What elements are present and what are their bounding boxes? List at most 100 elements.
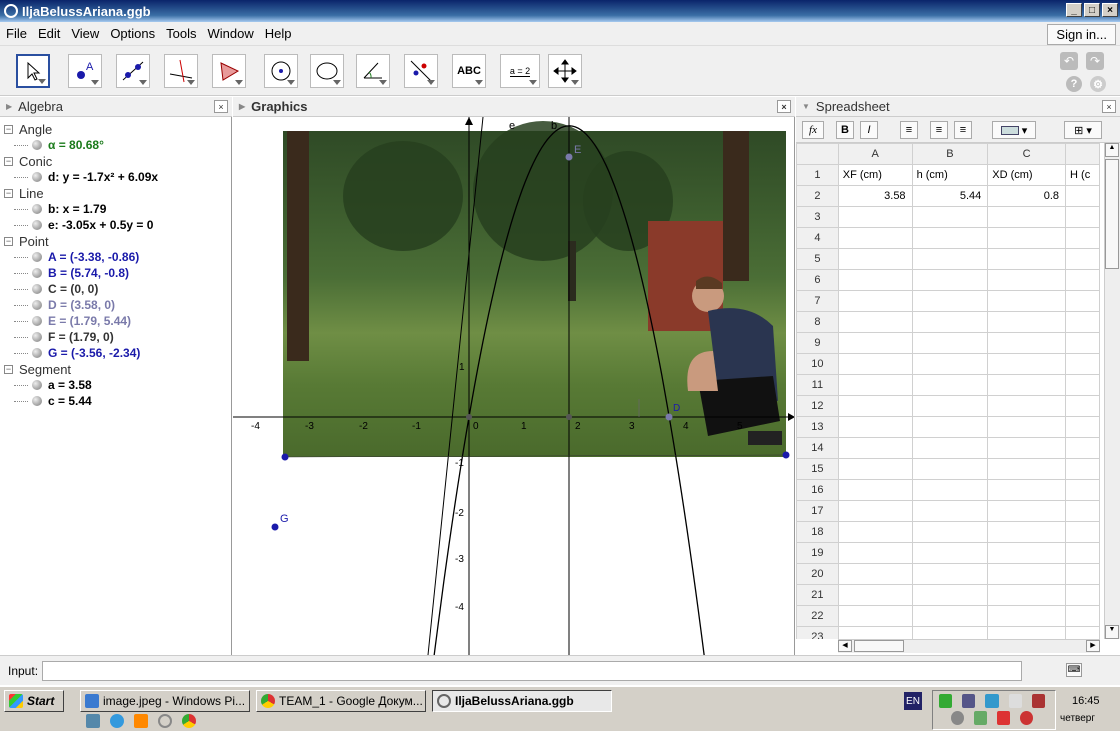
align-right-icon[interactable]: ≡ bbox=[954, 121, 972, 139]
spreadsheet-cell[interactable] bbox=[987, 542, 1067, 564]
visibility-toggle-icon[interactable] bbox=[32, 396, 42, 406]
visibility-toggle-icon[interactable] bbox=[32, 220, 42, 230]
conic-tool[interactable] bbox=[310, 54, 344, 88]
point-f[interactable] bbox=[566, 414, 572, 420]
row-header[interactable]: 23 bbox=[796, 626, 839, 639]
settings-gear-icon[interactable]: ⚙ bbox=[1090, 76, 1106, 92]
spreadsheet-cell[interactable] bbox=[1065, 458, 1100, 480]
algebra-item[interactable]: B = (5.74, -0.8) bbox=[0, 265, 231, 281]
spreadsheet-cell[interactable] bbox=[911, 500, 989, 522]
spreadsheet-cell[interactable] bbox=[837, 248, 913, 270]
shield-icon[interactable] bbox=[951, 711, 964, 725]
close-button[interactable]: × bbox=[1102, 3, 1118, 17]
align-center-icon[interactable]: ≡ bbox=[930, 121, 948, 139]
column-header[interactable] bbox=[1065, 143, 1100, 165]
row-header[interactable]: 21 bbox=[796, 584, 839, 606]
point-tool[interactable]: A bbox=[68, 54, 102, 88]
visibility-toggle-icon[interactable] bbox=[32, 332, 42, 342]
perpendicular-tool[interactable] bbox=[164, 54, 198, 88]
spreadsheet-cell[interactable] bbox=[987, 521, 1067, 543]
spreadsheet-cell[interactable] bbox=[1065, 395, 1100, 417]
geogebra-icon[interactable] bbox=[158, 714, 172, 728]
command-input[interactable] bbox=[42, 660, 1023, 681]
spreadsheet-cell[interactable] bbox=[1065, 311, 1100, 333]
spreadsheet-cell[interactable] bbox=[1065, 353, 1100, 375]
network-icon[interactable] bbox=[939, 694, 953, 708]
algebra-item[interactable]: A = (-3.38, -0.86) bbox=[0, 249, 231, 265]
keyboard-icon[interactable]: ⌨ bbox=[1066, 663, 1082, 677]
spreadsheet-cell[interactable] bbox=[1065, 437, 1100, 459]
undo-button[interactable]: ↶ bbox=[1060, 52, 1078, 70]
row-header[interactable]: 14 bbox=[796, 437, 839, 459]
antivirus-icon[interactable] bbox=[997, 711, 1010, 725]
column-header[interactable]: C bbox=[987, 143, 1067, 165]
spreadsheet-cell[interactable] bbox=[837, 227, 913, 249]
row-header[interactable]: 9 bbox=[796, 332, 839, 354]
point-d[interactable] bbox=[665, 413, 673, 421]
visibility-toggle-icon[interactable] bbox=[32, 140, 42, 150]
spreadsheet-cell[interactable] bbox=[911, 563, 989, 585]
sign-in-button[interactable]: Sign in... bbox=[1047, 24, 1116, 45]
scroll-up-icon[interactable]: ▲ bbox=[1105, 143, 1119, 157]
row-header[interactable]: 4 bbox=[796, 227, 839, 249]
graphics-view[interactable]: -4 -3 -2 -1 0 1 2 3 4 5 1 -1 -2 -3 -4 b … bbox=[233, 117, 795, 655]
spreadsheet-cell[interactable] bbox=[1065, 248, 1100, 270]
row-header[interactable]: 3 bbox=[796, 206, 839, 228]
spreadsheet-cell[interactable]: XD (cm) bbox=[987, 164, 1067, 186]
spreadsheet-cell[interactable] bbox=[837, 563, 913, 585]
scroll-left-icon[interactable]: ◀ bbox=[838, 640, 852, 652]
spreadsheet-cell[interactable] bbox=[987, 584, 1067, 606]
spreadsheet-cell[interactable]: 0.8 bbox=[987, 185, 1067, 207]
reflect-tool[interactable] bbox=[404, 54, 438, 88]
spreadsheet-cell[interactable] bbox=[911, 521, 989, 543]
spreadsheet-cell[interactable] bbox=[911, 227, 989, 249]
update-icon[interactable] bbox=[985, 694, 999, 708]
spreadsheet-cell[interactable] bbox=[987, 332, 1067, 354]
row-header[interactable]: 19 bbox=[796, 542, 839, 564]
spreadsheet-cell[interactable] bbox=[911, 332, 989, 354]
row-header[interactable]: 7 bbox=[796, 290, 839, 312]
collapse-icon[interactable]: − bbox=[4, 188, 13, 198]
visibility-toggle-icon[interactable] bbox=[32, 268, 42, 278]
desktop-icon[interactable] bbox=[86, 714, 100, 728]
taskbar-item-image-viewer[interactable]: image.jpeg - Windows Pi... bbox=[80, 690, 250, 712]
spreadsheet-cell[interactable]: h (cm) bbox=[911, 164, 989, 186]
row-header[interactable]: 5 bbox=[796, 248, 839, 270]
column-header[interactable]: A bbox=[837, 143, 913, 165]
spreadsheet-cell[interactable] bbox=[1065, 416, 1100, 438]
menu-window[interactable]: Window bbox=[207, 26, 253, 41]
collapse-icon[interactable]: − bbox=[4, 364, 13, 374]
language-indicator[interactable]: EN bbox=[904, 692, 922, 710]
spreadsheet-cell[interactable] bbox=[837, 437, 913, 459]
row-header[interactable]: 13 bbox=[796, 416, 839, 438]
row-header[interactable]: 6 bbox=[796, 269, 839, 291]
angle-tool[interactable] bbox=[356, 54, 390, 88]
chrome-icon[interactable] bbox=[182, 714, 196, 728]
text-tool[interactable]: ABC bbox=[452, 54, 486, 88]
spreadsheet-cell[interactable] bbox=[1065, 227, 1100, 249]
corner-cell[interactable] bbox=[796, 143, 839, 165]
algebra-item[interactable]: b: x = 1.79 bbox=[0, 201, 231, 217]
spreadsheet-cell[interactable] bbox=[837, 542, 913, 564]
close-algebra-button[interactable]: × bbox=[214, 100, 228, 113]
spreadsheet-cell[interactable] bbox=[837, 395, 913, 417]
spreadsheet-cell[interactable] bbox=[837, 626, 913, 639]
collapse-icon[interactable]: − bbox=[4, 236, 13, 246]
category-point[interactable]: − Point bbox=[0, 233, 231, 249]
bold-button[interactable]: B bbox=[836, 121, 854, 139]
move-tool[interactable] bbox=[16, 54, 50, 88]
algebra-item[interactable]: α = 80.68° bbox=[0, 137, 231, 153]
spreadsheet-cell[interactable] bbox=[911, 353, 989, 375]
spreadsheet-cell[interactable] bbox=[911, 584, 989, 606]
row-header[interactable]: 22 bbox=[796, 605, 839, 627]
spreadsheet-cell[interactable] bbox=[987, 311, 1067, 333]
spreadsheet-cell[interactable] bbox=[1065, 521, 1100, 543]
row-header[interactable]: 1 bbox=[796, 164, 839, 186]
spreadsheet-cell[interactable] bbox=[987, 248, 1067, 270]
spreadsheet-cell[interactable] bbox=[837, 458, 913, 480]
spreadsheet-cell[interactable] bbox=[911, 290, 989, 312]
menu-help[interactable]: Help bbox=[265, 26, 292, 41]
monitor-icon[interactable] bbox=[962, 694, 976, 708]
taskbar-item-geogebra[interactable]: IljaBelussAriana.ggb bbox=[432, 690, 612, 712]
vertical-scrollbar[interactable]: ▲ ▼ bbox=[1104, 143, 1120, 639]
